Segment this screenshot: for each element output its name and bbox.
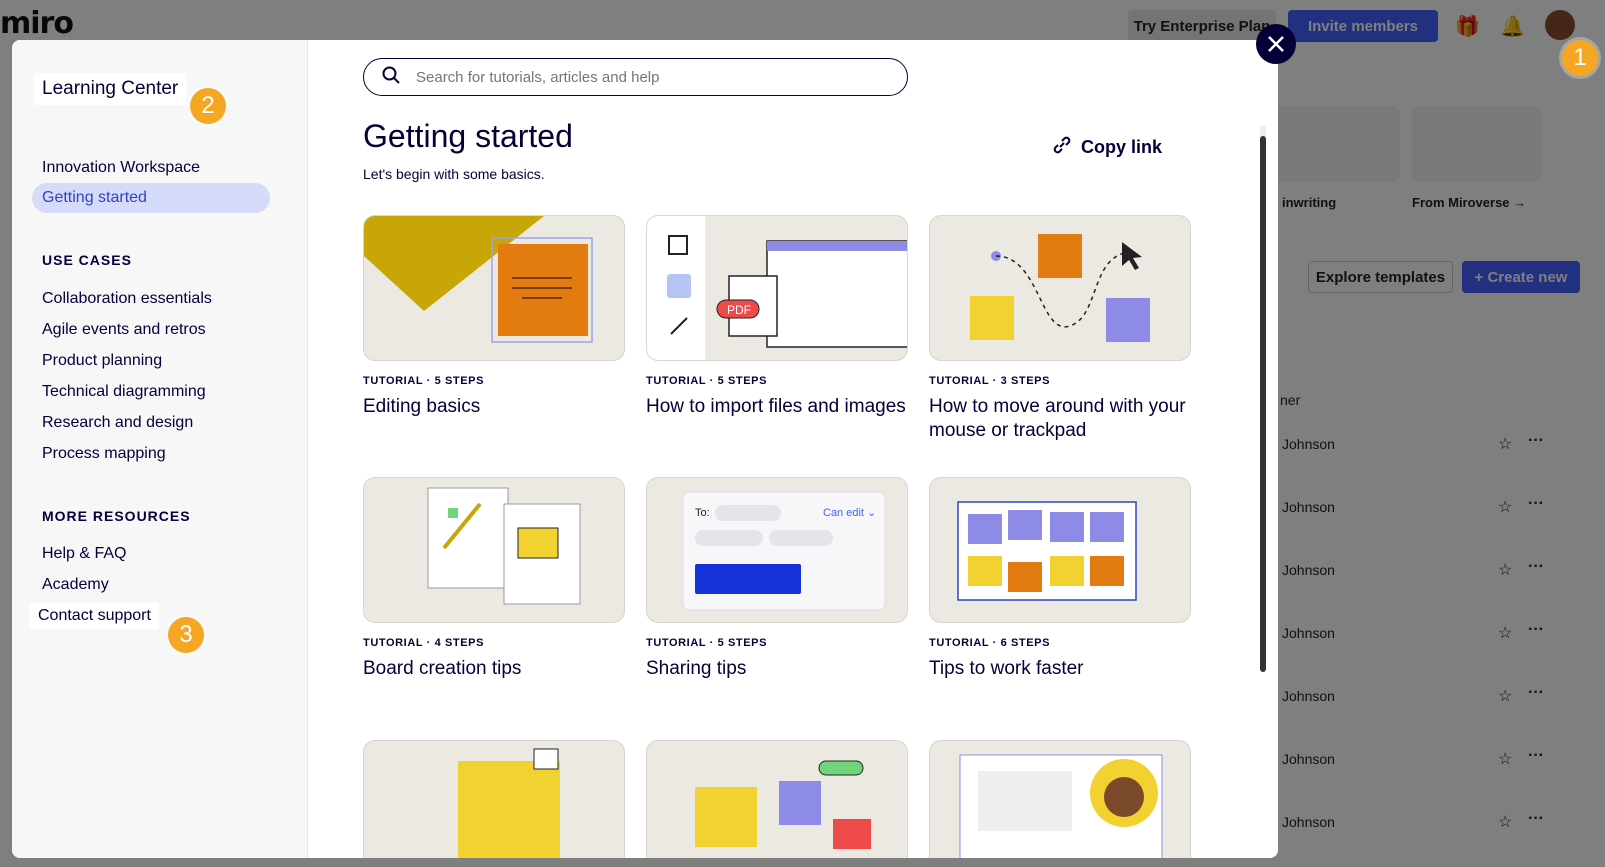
sidebar-item-process-mapping[interactable]: Process mapping [42,445,166,463]
learning-center-title: Learning Center [34,73,187,105]
close-icon[interactable] [1256,24,1296,64]
learning-center-modal: Learning Center Innovation Workspace Get… [12,40,1278,858]
card-thumbnail [929,740,1191,858]
copy-link-label: Copy link [1081,137,1163,157]
use-cases-header: USE CASES [42,252,132,268]
card-meta: TUTORIAL · 5 STEPS [363,375,485,387]
tutorial-card-sharing[interactable]: To: Can edit ⌄ TUTORIAL · 5 STEPS Sharin… [646,477,908,681]
callout-badge: 1 [1562,40,1598,76]
sidebar-item-getting-started[interactable]: Getting started [32,183,270,213]
card-title: How to move around with your mouse or tr… [929,396,1186,441]
card-thumbnail [929,477,1191,623]
sidebar-item-academy[interactable]: Academy [42,576,109,594]
card-meta: TUTORIAL · 6 STEPS [929,637,1051,649]
tutorial-card-board-creation[interactable]: TUTORIAL · 4 STEPS Board creation tips [363,477,625,681]
tutorial-card[interactable] [646,740,908,858]
sidebar-item-research-design[interactable]: Research and design [42,414,193,432]
search-icon [382,66,400,89]
sidebar-item-product-planning[interactable]: Product planning [42,352,162,370]
sidebar-item-innovation-workspace[interactable]: Innovation Workspace [42,159,200,177]
card-title: Tips to work faster [929,658,1084,679]
learning-center-main: Getting started Let's begin with some ba… [308,40,1278,858]
sidebar-item-help-faq[interactable]: Help & FAQ [42,545,126,563]
search-input[interactable] [414,67,888,87]
callout-badge: 3 [168,617,204,653]
card-thumbnail: PDF [646,215,908,361]
card-thumbnail [929,215,1191,361]
tutorial-card-move-around[interactable]: TUTORIAL · 3 STEPS How to move around wi… [929,215,1191,443]
pdf-label: PDF [727,303,751,317]
card-meta: TUTORIAL · 5 STEPS [646,637,768,649]
copy-link-button[interactable]: Copy link [1051,134,1162,161]
card-thumbnail [363,215,625,361]
sidebar-item-agile[interactable]: Agile events and retros [42,321,206,339]
tutorial-card[interactable] [363,740,625,858]
card-thumbnail: To: Can edit ⌄ [646,477,908,623]
sidebar-item-collaboration[interactable]: Collaboration essentials [42,290,212,308]
callout-badge: 2 [190,88,226,124]
page-title: Getting started [363,118,573,154]
card-thumbnail [363,740,625,858]
tutorial-card-editing-basics[interactable]: TUTORIAL · 5 STEPS Editing basics [363,215,625,419]
sidebar-item-technical-diagramming[interactable]: Technical diagramming [42,383,206,401]
card-thumbnail [363,477,625,623]
scrollbar-thumb[interactable] [1260,136,1266,672]
learning-center-sidebar: Learning Center Innovation Workspace Get… [12,40,308,858]
card-thumbnail [646,740,908,858]
link-icon [1051,134,1073,161]
sidebar-item-contact-support[interactable]: Contact support [30,603,159,629]
card-title: How to import files and images [646,396,906,417]
sharing-to-label: To: [695,507,710,519]
can-edit-label: Can edit ⌄ [823,507,876,519]
card-meta: TUTORIAL · 3 STEPS [929,375,1051,387]
more-resources-header: MORE RESOURCES [42,508,191,524]
tutorial-card-work-faster[interactable]: TUTORIAL · 6 STEPS Tips to work faster [929,477,1191,681]
tutorial-card-import-files[interactable]: PDF TUTORIAL · 5 STEPS How to import fil… [646,215,908,419]
card-meta: TUTORIAL · 5 STEPS [646,375,768,387]
card-title: Editing basics [363,396,481,417]
search-bar[interactable] [363,58,908,96]
page-subtitle: Let's begin with some basics. [363,166,545,182]
tutorial-card[interactable] [929,740,1191,858]
card-title: Board creation tips [363,658,522,679]
card-title: Sharing tips [646,658,747,679]
card-meta: TUTORIAL · 4 STEPS [363,637,485,649]
